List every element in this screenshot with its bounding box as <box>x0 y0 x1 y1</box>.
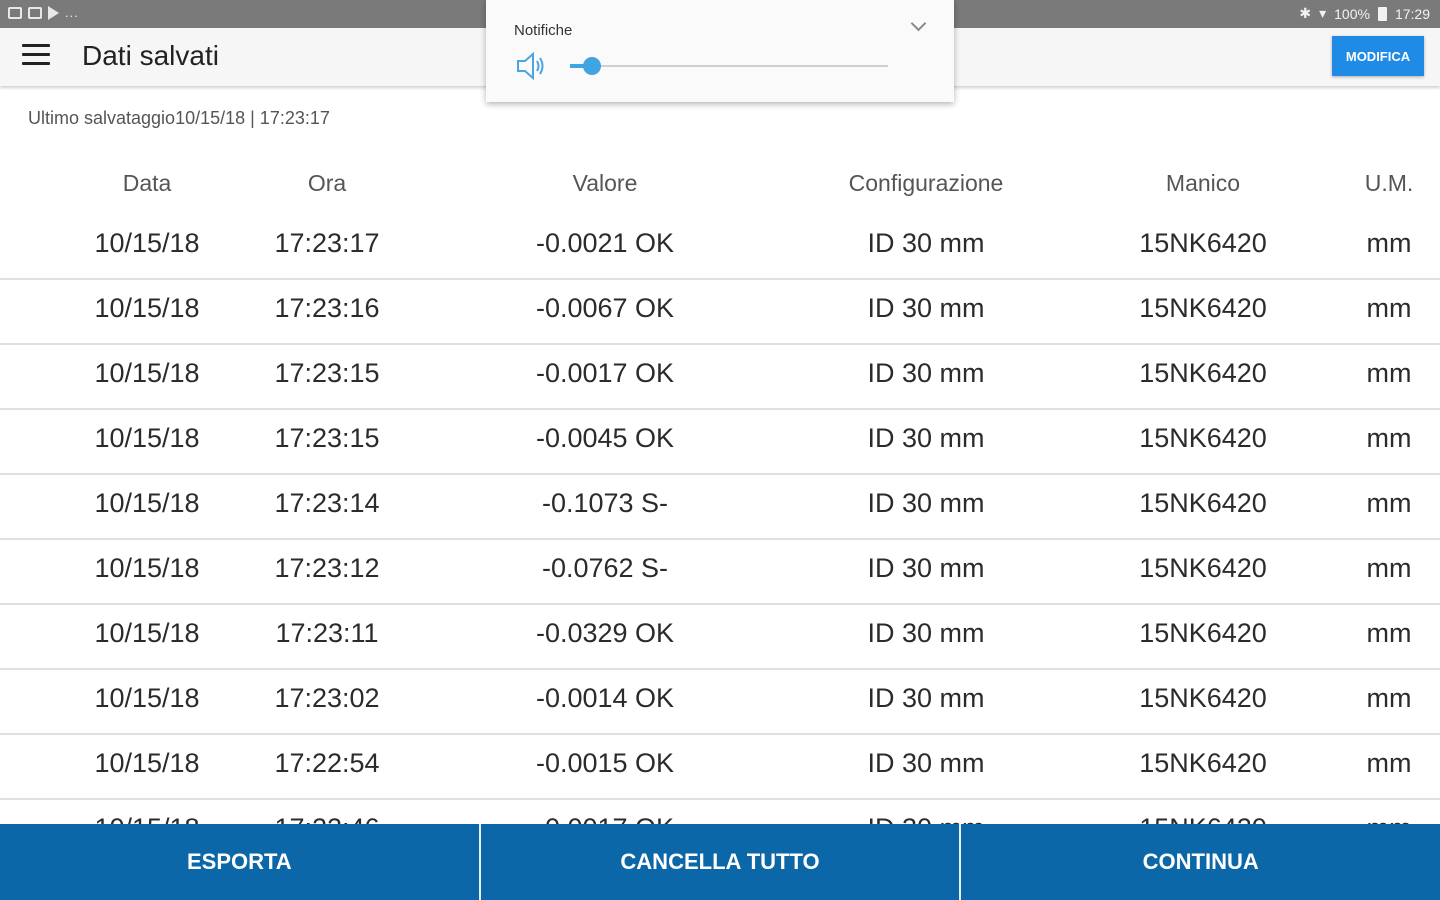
battery-percent: 100% <box>1334 5 1370 22</box>
cell-configurazione: ID 30 mm <box>867 683 985 713</box>
cell-valore: -0.0762 S- <box>541 553 669 583</box>
cell-um: mm <box>1366 228 1412 258</box>
cell-data: 10/15/18 <box>94 553 200 583</box>
hamburger-menu-icon[interactable] <box>22 44 50 68</box>
photo-notification-icon <box>28 6 42 19</box>
cell-um: mm <box>1366 293 1412 323</box>
cell-ora: 17:23:15 <box>274 358 380 388</box>
cell-ora: 17:23:11 <box>275 618 379 648</box>
cell-data: 10/15/18 <box>94 748 200 778</box>
status-system-info: ✱ ▾ 100% 17:29 <box>1299 5 1430 22</box>
cell-manico: 15NK6420 <box>1139 488 1267 518</box>
cell-ora: 17:22:54 <box>274 748 380 778</box>
slider-track <box>570 65 888 67</box>
cell-configurazione: ID 30 mm <box>867 553 985 583</box>
cell-data: 10/15/18 <box>94 423 200 453</box>
table-row[interactable]: 10/15/18 17:23:16 -0.0067 OK ID 30 mm 15NK64… <box>0 279 1440 345</box>
cell-data: 10/15/18 <box>94 683 200 713</box>
more-notifications-indicator: ... <box>65 5 79 20</box>
cell-valore: -0.1073 S- <box>541 488 669 518</box>
table-row[interactable]: 10/15/18 17:23:02 -0.0014 OK ID 30 mm 15NK64… <box>0 669 1440 735</box>
page-title: Dati salvati <box>82 40 219 71</box>
cell-configurazione: ID 30 mm <box>867 748 985 778</box>
cell-manico: 15NK6420 <box>1139 748 1267 778</box>
cell-um: mm <box>1366 423 1412 453</box>
edit-button[interactable]: MODIFICA <box>1332 36 1424 76</box>
cell-ora: 17:23:02 <box>274 683 380 713</box>
table-row[interactable]: 10/15/18 17:23:17 -0.0021 OK ID 30 mm 15NK64… <box>0 214 1440 280</box>
table-row[interactable]: 10/15/18 17:23:11 -0.0329 OK ID 30 mm 15NK64… <box>0 604 1440 670</box>
cell-configurazione: ID 30 mm <box>867 423 985 453</box>
bottom-action-bar: ESPORTA CANCELLA TUTTO CONTINUA <box>0 824 1440 900</box>
last-save-info: Ultimo salvataggio10/15/18 | 17:23:17 <box>28 108 330 128</box>
wifi-icon: ▾ <box>1319 5 1327 21</box>
header-ora: Ora <box>307 170 347 196</box>
clear-all-button[interactable]: CANCELLA TUTTO <box>481 824 960 900</box>
header-manico: Manico <box>1165 170 1241 196</box>
status-notification-icons: ... <box>8 5 79 20</box>
cell-configurazione: ID 30 mm <box>867 488 985 518</box>
cell-valore: -0.0014 OK <box>535 683 675 713</box>
cell-data: 10/15/18 <box>94 358 200 388</box>
cell-ora: 17:23:12 <box>274 553 380 583</box>
header-data: Data <box>122 170 172 196</box>
cell-ora: 17:23:15 <box>274 423 380 453</box>
volume-stream-label: Notifiche <box>514 22 573 39</box>
cell-um: mm <box>1366 683 1412 713</box>
cell-data: 10/15/18 <box>94 618 200 648</box>
cell-um: mm <box>1366 553 1412 583</box>
cell-manico: 15NK6420 <box>1139 618 1267 648</box>
cell-valore: -0.0017 OK <box>535 358 675 388</box>
cell-valore: -0.0015 OK <box>535 748 675 778</box>
table-row[interactable]: 10/15/18 17:23:14 -0.1073 S- ID 30 mm 15NK64… <box>0 474 1440 540</box>
table-row[interactable]: 10/15/18 17:23:12 -0.0762 S- ID 30 mm 15NK64… <box>0 539 1440 605</box>
export-button[interactable]: ESPORTA <box>0 824 479 900</box>
cell-manico: 15NK6420 <box>1139 683 1267 713</box>
table-row[interactable]: 10/15/18 17:23:15 -0.0017 OK ID 30 mm 15NK64… <box>0 344 1440 410</box>
cell-um: mm <box>1366 358 1412 388</box>
cell-um: mm <box>1366 488 1412 518</box>
cell-valore: -0.0021 OK <box>535 228 675 258</box>
bluetooth-icon: ✱ <box>1299 5 1312 21</box>
cell-ora: 17:23:14 <box>274 488 380 518</box>
cell-configurazione: ID 30 mm <box>867 358 985 388</box>
cell-valore: -0.0329 OK <box>535 618 675 648</box>
cell-configurazione: ID 30 mm <box>867 618 985 648</box>
cell-data: 10/15/18 <box>94 228 200 258</box>
play-notification-icon <box>48 5 59 20</box>
cell-ora: 17:23:17 <box>274 228 380 258</box>
cell-valore: -0.0045 OK <box>535 423 675 453</box>
header-valore: Valore <box>572 170 638 196</box>
cell-manico: 15NK6420 <box>1139 293 1267 323</box>
cell-ora: 17:23:16 <box>274 293 380 323</box>
image-notification-icon <box>8 6 22 19</box>
table-row[interactable]: 10/15/18 17:22:54 -0.0015 OK ID 30 mm 15NK64… <box>0 734 1440 800</box>
cell-data: 10/15/18 <box>94 293 200 323</box>
cell-um: mm <box>1366 618 1412 648</box>
cell-valore: -0.0067 OK <box>535 293 675 323</box>
speaker-icon[interactable] <box>516 52 548 80</box>
clock: 17:29 <box>1394 5 1430 22</box>
header-um: U.M. <box>1364 170 1414 196</box>
cell-manico: 15NK6420 <box>1139 423 1267 453</box>
header-configurazione: Configurazione <box>848 170 1004 196</box>
volume-popup: Notifiche <box>486 0 954 102</box>
volume-slider[interactable] <box>570 56 888 76</box>
cell-configurazione: ID 30 mm <box>867 293 985 323</box>
cell-um: mm <box>1366 748 1412 778</box>
cell-data: 10/15/18 <box>94 488 200 518</box>
table-row[interactable]: 10/15/18 17:23:15 -0.0045 OK ID 30 mm 15NK64… <box>0 409 1440 475</box>
table-header: Data Ora Valore Configurazione Manico U.… <box>0 168 1440 202</box>
cell-manico: 15NK6420 <box>1139 553 1267 583</box>
cell-configurazione: ID 30 mm <box>867 228 985 258</box>
continue-button[interactable]: CONTINUA <box>961 824 1440 900</box>
slider-thumb[interactable] <box>583 57 602 75</box>
chevron-down-icon[interactable] <box>910 15 927 32</box>
cell-manico: 15NK6420 <box>1139 228 1267 258</box>
battery-icon <box>1377 6 1387 21</box>
cell-manico: 15NK6420 <box>1139 358 1267 388</box>
